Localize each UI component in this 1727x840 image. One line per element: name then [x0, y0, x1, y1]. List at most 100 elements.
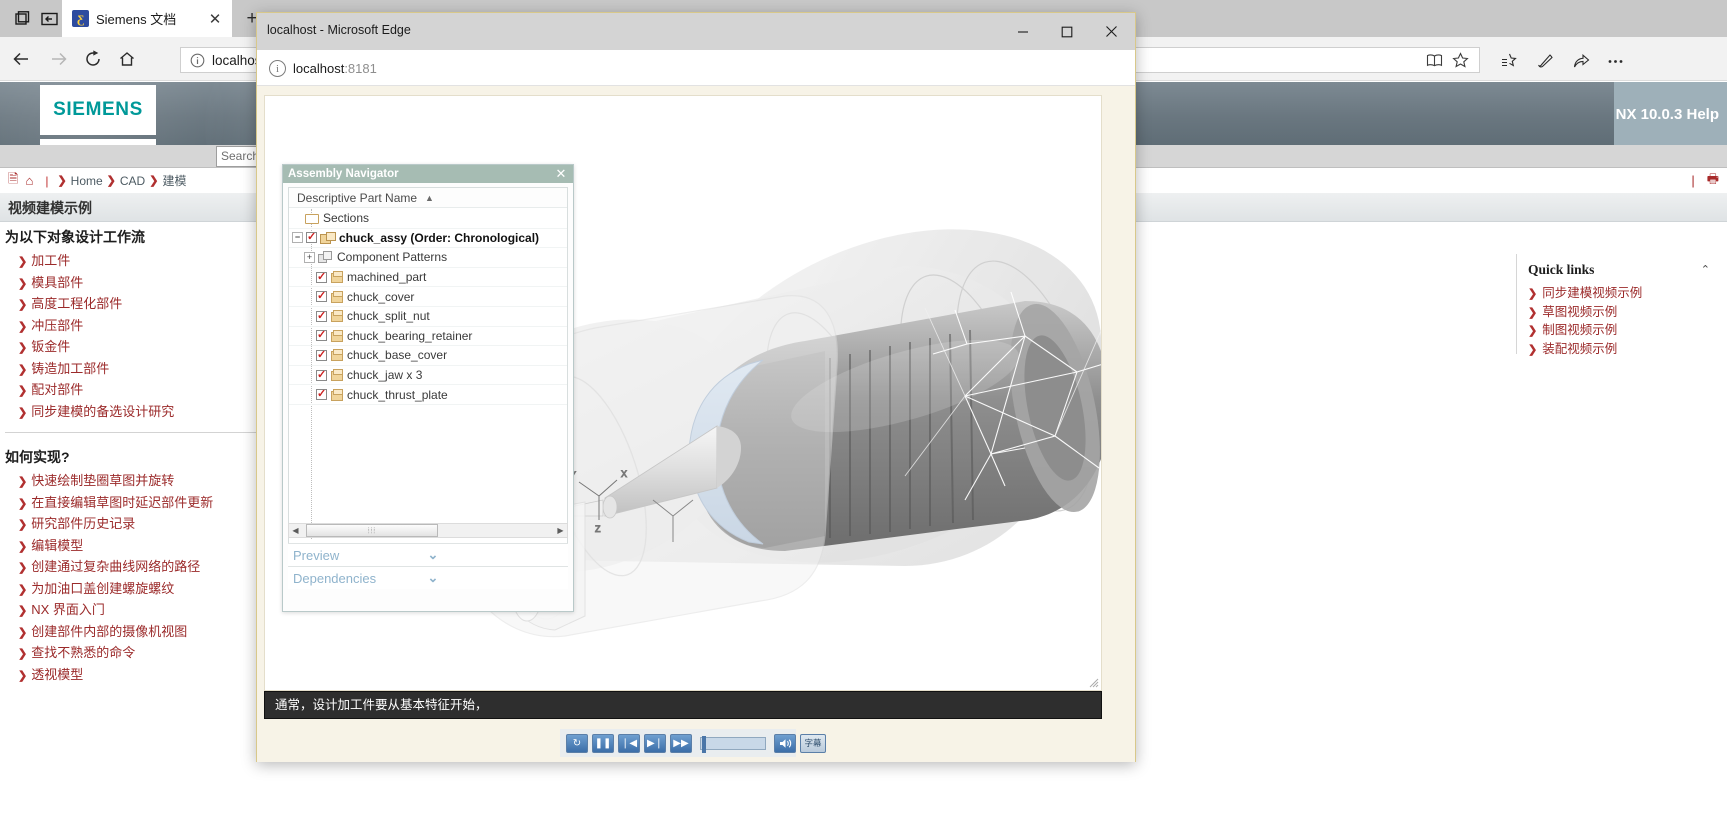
link-label[interactable]: NX 界面入门	[31, 602, 105, 617]
horizontal-scrollbar[interactable]: ◀ ⦙⦙⦙ ▶	[288, 523, 568, 538]
edge-popup-window[interactable]: localhost - Microsoft Edge i localhost:8…	[256, 12, 1136, 762]
table-row[interactable]: + Component Patterns	[289, 248, 567, 268]
fast-forward-button[interactable]: ▶▶	[670, 733, 692, 753]
minimize-button[interactable]	[1001, 13, 1045, 50]
dependencies-panel-header[interactable]: Dependencies ⌄	[288, 566, 568, 589]
home-button[interactable]	[108, 37, 146, 81]
howto-link-list: ❯ 快速绘制垫圈草图并旋转 ❯ 在直接编辑草图时延迟部件更新 ❯ 研究部件历史记录 ❯…	[0, 471, 300, 686]
list-item[interactable]: ❯ 草图视频示例	[1528, 304, 1718, 323]
part-icon	[330, 290, 343, 303]
row-checkbox[interactable]	[316, 270, 327, 283]
next-button[interactable]: ▶❘	[644, 733, 666, 753]
link-label[interactable]: 查找不熟悉的命令	[31, 645, 135, 660]
table-row[interactable]: Sections	[289, 209, 567, 229]
maximize-button[interactable]	[1045, 13, 1089, 50]
pause-button[interactable]: ❚❚	[592, 733, 614, 753]
link-label[interactable]: 草图视频示例	[1542, 305, 1617, 319]
link-label[interactable]: 在直接编辑草图时延迟部件更新	[31, 495, 213, 510]
progress-slider[interactable]	[700, 735, 766, 753]
document-icon[interactable]: 🗎	[8, 170, 18, 192]
close-icon[interactable]: ✕	[554, 166, 568, 182]
reading-view-icon[interactable]	[1421, 48, 1447, 72]
browser-tab[interactable]: Ƹ Siemens 文档 ✕	[62, 0, 232, 37]
row-checkbox[interactable]	[306, 230, 317, 244]
table-row[interactable]: chuck_thrust_plate	[289, 385, 567, 405]
link-label[interactable]: 配对部件	[31, 382, 83, 397]
row-checkbox[interactable]	[316, 387, 327, 401]
row-label: chuck_split_nut	[347, 309, 430, 324]
hub-icon[interactable]	[1492, 47, 1526, 75]
link-label[interactable]: 铸造加工部件	[31, 361, 109, 376]
chevron-right-icon: ❯	[1528, 343, 1538, 356]
collapse-caret-icon[interactable]: ⌃	[1701, 263, 1710, 276]
chevron-down-icon[interactable]: ⌄	[428, 547, 563, 563]
table-row[interactable]: chuck_base_cover	[289, 346, 567, 366]
link-label[interactable]: 加工件	[31, 253, 70, 268]
list-item[interactable]: ❯ 制图视频示例	[1528, 322, 1718, 341]
favorite-star-icon[interactable]	[1447, 48, 1473, 72]
share-icon[interactable]	[1564, 47, 1598, 75]
link-label[interactable]: 研究部件历史记录	[31, 516, 135, 531]
scrollbar-thumb[interactable]: ⦙⦙⦙	[306, 524, 438, 537]
scroll-left-icon[interactable]: ◀	[289, 526, 302, 535]
link-label[interactable]: 编辑模型	[31, 538, 83, 553]
close-tab-icon[interactable]: ✕	[204, 8, 226, 30]
sort-ascending-icon[interactable]: ▲	[425, 193, 434, 203]
link-label[interactable]: 透视模型	[31, 667, 83, 682]
close-button[interactable]	[1089, 13, 1133, 50]
list-item[interactable]: ❯ 装配视频示例	[1528, 341, 1718, 360]
home-icon[interactable]: ⌂	[25, 173, 33, 188]
link-label[interactable]: 同步建模视频示例	[1542, 286, 1642, 300]
breadcrumb-item-cad[interactable]: CAD	[120, 174, 145, 188]
part-icon	[330, 349, 343, 362]
back-button[interactable]	[2, 37, 40, 81]
link-label[interactable]: 装配视频示例	[1542, 342, 1617, 356]
link-label[interactable]: 模具部件	[31, 275, 83, 290]
preview-panel-header[interactable]: Preview ⌄	[288, 543, 568, 566]
link-label[interactable]: 快速绘制垫圈草图并旋转	[31, 473, 174, 488]
media-controls[interactable]: ↻ ❚❚ ❘◀ ▶❘ ▶▶ 字幕	[560, 729, 826, 757]
row-checkbox[interactable]	[316, 348, 327, 361]
table-row[interactable]: chuck_jaw x 3	[289, 366, 567, 386]
table-row[interactable]: chuck_split_nut	[289, 307, 567, 327]
table-row[interactable]: − chuck_assy (Order: Chronological)	[289, 229, 567, 249]
refresh-button[interactable]	[74, 37, 112, 81]
subtitle-bar: 通常，设计加工件要从基本特征开始，	[264, 691, 1102, 719]
forward-button[interactable]	[40, 37, 78, 81]
link-label[interactable]: 为加油口盖创建螺旋螺纹	[31, 581, 174, 596]
expand-expander-icon[interactable]: +	[304, 251, 315, 263]
link-label[interactable]: 创建通过复杂曲线网络的路径	[31, 559, 200, 574]
link-label[interactable]: 同步建模的备选设计研究	[31, 404, 174, 419]
subtitles-button[interactable]: 字幕	[800, 733, 826, 753]
web-note-icon[interactable]	[1528, 47, 1562, 75]
assembly-navigator-panel[interactable]: Assembly Navigator ✕ Descriptive Part Na…	[282, 164, 574, 612]
column-header[interactable]: Descriptive Part Name ▲	[289, 188, 567, 208]
replay-button[interactable]: ↻	[566, 733, 588, 753]
table-row[interactable]: chuck_bearing_retainer	[289, 327, 567, 347]
row-checkbox[interactable]	[316, 328, 327, 342]
row-checkbox[interactable]	[316, 309, 327, 322]
link-label[interactable]: 钣金件	[31, 339, 70, 354]
chevron-down-icon[interactable]: ⌄	[428, 570, 563, 586]
print-icon[interactable]: 🖶	[1707, 170, 1719, 192]
link-label[interactable]: 高度工程化部件	[31, 296, 122, 311]
list-item[interactable]: ❯ 同步建模视频示例	[1528, 285, 1718, 304]
table-row[interactable]: chuck_cover	[289, 287, 567, 307]
volume-button[interactable]	[774, 733, 796, 753]
link-label[interactable]: 制图视频示例	[1542, 323, 1617, 337]
table-row[interactable]: machined_part	[289, 268, 567, 288]
chevron-right-icon: ❯	[18, 669, 28, 682]
resize-grip-icon[interactable]	[1089, 678, 1099, 688]
link-label[interactable]: 冲压部件	[31, 318, 83, 333]
scroll-right-icon[interactable]: ▶	[554, 526, 567, 535]
row-checkbox[interactable]	[316, 289, 327, 303]
breadcrumb-item-modeling[interactable]: 建模	[162, 172, 186, 189]
assembly-navigator-title-bar[interactable]: Assembly Navigator ✕	[283, 165, 573, 183]
breadcrumb-item-home[interactable]: Home	[71, 174, 103, 188]
link-label[interactable]: 创建部件内部的摄像机视图	[31, 624, 187, 639]
popup-address-row[interactable]: i localhost:8181	[257, 50, 1135, 86]
previous-button[interactable]: ❘◀	[618, 733, 640, 753]
row-checkbox[interactable]	[316, 368, 327, 381]
more-icon[interactable]	[1598, 47, 1632, 75]
collapse-expander-icon[interactable]: −	[292, 232, 303, 244]
